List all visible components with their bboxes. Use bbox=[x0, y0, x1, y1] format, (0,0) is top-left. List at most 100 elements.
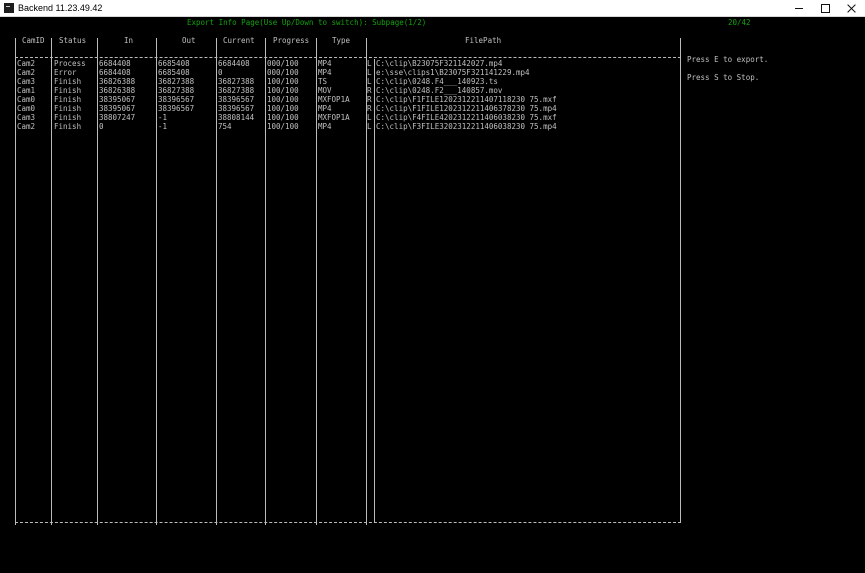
dashed-divider bbox=[15, 522, 681, 523]
cell-side: L bbox=[367, 59, 372, 68]
cell-out: 36827388 bbox=[158, 77, 195, 86]
stop-hint: Press S to Stop. bbox=[687, 73, 760, 82]
cell-type: MXFOP1A bbox=[318, 95, 350, 104]
cell-status: Error bbox=[54, 68, 77, 77]
cell-in: 38807247 bbox=[99, 113, 136, 122]
column-header-status: Status bbox=[59, 36, 87, 45]
cell-filepath: e:\sse\clips1\B23075F321141229.mp4 bbox=[376, 68, 530, 77]
column-separator bbox=[265, 38, 266, 525]
column-separator bbox=[680, 38, 681, 522]
cell-out: 38396567 bbox=[158, 104, 195, 113]
cell-type: MOV bbox=[318, 86, 332, 95]
cell-in: 38395067 bbox=[99, 95, 136, 104]
cell-progress: 100/100 bbox=[267, 104, 299, 113]
column-header-out: Out bbox=[182, 36, 196, 45]
console-app-icon bbox=[4, 3, 14, 13]
column-separator bbox=[156, 38, 157, 525]
cell-current: 38396567 bbox=[218, 104, 255, 113]
cell-out: 6685408 bbox=[158, 59, 190, 68]
cell-current: 754 bbox=[218, 122, 232, 131]
cell-in: 0 bbox=[99, 122, 104, 131]
cell-status: Finish bbox=[54, 86, 82, 95]
dashed-divider bbox=[15, 57, 681, 58]
column-separator bbox=[374, 59, 375, 522]
column-header-type: Type bbox=[332, 36, 351, 45]
cell-type: MP4 bbox=[318, 59, 332, 68]
window-title: Backend 11.23.49.42 bbox=[18, 3, 103, 13]
cell-progress: 100/100 bbox=[267, 77, 299, 86]
cell-type: MXFOP1A bbox=[318, 113, 350, 122]
cell-type: MP4 bbox=[318, 68, 332, 77]
cell-in: 36826388 bbox=[99, 86, 136, 95]
cell-out: 38396567 bbox=[158, 95, 195, 104]
cell-camid: Cam3 bbox=[17, 113, 36, 122]
cell-current: 36827388 bbox=[218, 77, 255, 86]
close-button[interactable] bbox=[837, 0, 865, 17]
cell-camid: Cam2 bbox=[17, 122, 36, 131]
cell-filepath: C:\clip\0248.F4___140923.ts bbox=[376, 77, 498, 86]
cell-current: 0 bbox=[218, 68, 223, 77]
cell-in: 6684408 bbox=[99, 59, 131, 68]
cell-camid: Cam1 bbox=[17, 86, 36, 95]
cell-type: MP4 bbox=[318, 122, 332, 131]
column-separator bbox=[51, 38, 52, 525]
cell-progress: 100/100 bbox=[267, 113, 299, 122]
cell-camid: Cam2 bbox=[17, 68, 36, 77]
cell-current: 38396567 bbox=[218, 95, 255, 104]
cell-out: -1 bbox=[158, 113, 168, 122]
cell-camid: Cam0 bbox=[17, 95, 36, 104]
minimize-button[interactable] bbox=[785, 0, 814, 17]
column-separator bbox=[316, 38, 317, 525]
cell-status: Finish bbox=[54, 77, 82, 86]
cell-side: L bbox=[367, 68, 372, 77]
cell-camid: Cam0 bbox=[17, 104, 36, 113]
cell-type: MP4 bbox=[318, 104, 332, 113]
column-header-filepath: FilePath bbox=[465, 36, 502, 45]
cell-in: 36826388 bbox=[99, 77, 136, 86]
cell-filepath: C:\clip\F1FILE1202312211407118230 75.mxf bbox=[376, 95, 557, 104]
column-header-camid: CamID bbox=[22, 36, 45, 45]
cell-status: Process bbox=[54, 59, 86, 68]
cell-camid: Cam2 bbox=[17, 59, 36, 68]
title-bar: Backend 11.23.49.42 bbox=[0, 0, 865, 17]
cell-type: TS bbox=[318, 77, 328, 86]
cell-out: -1 bbox=[158, 122, 168, 131]
cell-status: Finish bbox=[54, 104, 82, 113]
cell-progress: 100/100 bbox=[267, 86, 299, 95]
export-hint: Press E to export. bbox=[687, 55, 769, 64]
column-header-current: Current bbox=[223, 36, 255, 45]
cell-side: L bbox=[367, 77, 372, 86]
cell-filepath: C:\clip\B23075F321142027.mp4 bbox=[376, 59, 503, 68]
cell-status: Finish bbox=[54, 113, 82, 122]
cell-progress: 100/100 bbox=[267, 122, 299, 131]
page-header: Export Info Page(Use Up/Down to switch):… bbox=[187, 18, 427, 27]
cell-progress: 000/100 bbox=[267, 68, 299, 77]
column-separator bbox=[97, 38, 98, 525]
cell-filepath: C:\clip\F3FILE3202312211406038230 75.mp4 bbox=[376, 122, 557, 131]
column-header-progress: Progress bbox=[273, 36, 310, 45]
cell-progress: 000/100 bbox=[267, 59, 299, 68]
column-separator bbox=[15, 38, 16, 525]
cell-out: 6685408 bbox=[158, 68, 190, 77]
cell-status: Finish bbox=[54, 95, 82, 104]
cell-current: 6684408 bbox=[218, 59, 250, 68]
cell-side: R bbox=[367, 104, 372, 113]
cell-in: 6684408 bbox=[99, 68, 131, 77]
cell-status: Finish bbox=[54, 122, 82, 131]
cell-out: 36827388 bbox=[158, 86, 195, 95]
cell-progress: 100/100 bbox=[267, 95, 299, 104]
cell-side: L bbox=[367, 113, 372, 122]
cell-filepath: C:\clip\F4FILE4202312211406038230 75.mxf bbox=[376, 113, 557, 122]
item-counter: 20/42 bbox=[728, 18, 751, 27]
cell-side: L bbox=[367, 122, 372, 131]
cell-filepath: C:\clip\0248.F2___140857.mov bbox=[376, 86, 503, 95]
maximize-button[interactable] bbox=[811, 0, 840, 17]
cell-side: R bbox=[367, 86, 372, 95]
cell-filepath: C:\clip\F1FILE1202312211406378230 75.mp4 bbox=[376, 104, 557, 113]
cell-current: 38808144 bbox=[218, 113, 255, 122]
cell-side: R bbox=[367, 95, 372, 104]
column-separator bbox=[216, 38, 217, 525]
cell-camid: Cam3 bbox=[17, 77, 36, 86]
cell-in: 38395067 bbox=[99, 104, 136, 113]
console-area[interactable]: Export Info Page(Use Up/Down to switch):… bbox=[0, 17, 865, 573]
